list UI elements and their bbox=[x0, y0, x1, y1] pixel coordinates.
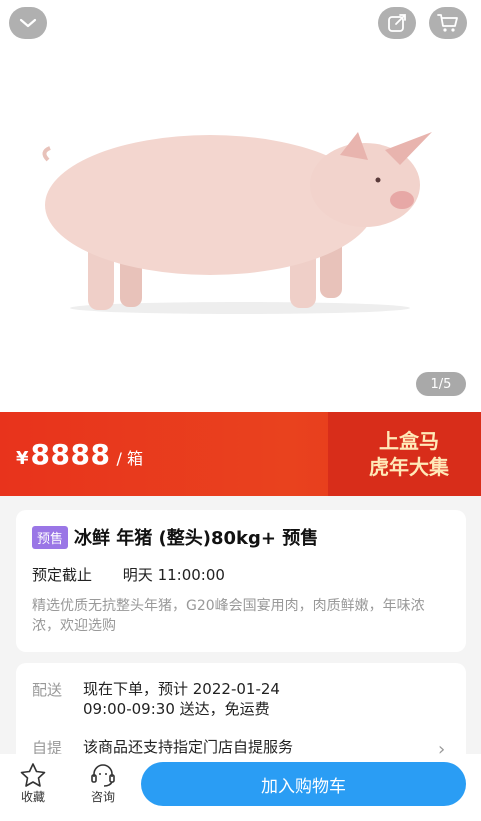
share-button[interactable] bbox=[378, 7, 416, 39]
consult-label: 咨询 bbox=[90, 790, 115, 804]
product-description: 精选优质无抗整头年猪，G20峰会国宴用肉，肉质鲜嫩，年味浓浓，欢迎选购 bbox=[32, 598, 425, 634]
promo-line1: 上盒马 bbox=[379, 429, 439, 453]
product-title-row: 预售 冰鲜 年猪 (整头)80kg+ 预售 bbox=[32, 524, 318, 550]
promo-badge: 上盒马 虎年大集 bbox=[350, 428, 468, 480]
price-unit: / 箱 bbox=[116, 449, 143, 468]
image-counter: 1/5 bbox=[416, 372, 466, 396]
deadline-label: 预定截止 bbox=[32, 566, 93, 584]
cart-button[interactable] bbox=[429, 7, 467, 39]
product-gallery[interactable]: 1/5 bbox=[0, 0, 481, 412]
product-info-card: 预售 冰鲜 年猪 (整头)80kg+ 预售 预定截止 明天 11:00:00 精… bbox=[16, 510, 466, 652]
consult-button[interactable]: 咨询 bbox=[83, 762, 123, 805]
product-image bbox=[42, 132, 432, 314]
headset-icon bbox=[91, 764, 115, 787]
delivery-label: 配送 bbox=[32, 681, 63, 699]
add-to-cart-button[interactable]: 加入购物车 bbox=[141, 762, 466, 806]
bottom-action-bar: 收藏 咨询 加入购物车 bbox=[0, 754, 481, 821]
delivery-line1: 现在下单，预计 2022-01-24 bbox=[83, 680, 280, 698]
price: ¥ 8888 / 箱 bbox=[16, 438, 143, 471]
promo-line2: 虎年大集 bbox=[369, 455, 449, 479]
star-icon bbox=[20, 763, 46, 787]
favorite-button[interactable]: 收藏 bbox=[13, 762, 53, 805]
share-icon bbox=[388, 14, 406, 32]
cart-icon bbox=[437, 14, 458, 32]
price-amount: 8888 bbox=[30, 438, 111, 471]
price-currency: ¥ bbox=[16, 448, 29, 469]
price-banner: ¥ 8888 / 箱 上盒马 虎年大集 bbox=[0, 412, 481, 496]
preorder-deadline: 预定截止 明天 11:00:00 bbox=[32, 564, 225, 585]
chevron-down-icon bbox=[19, 18, 37, 28]
favorite-label: 收藏 bbox=[20, 790, 45, 804]
delivery-line2: 09:00-09:30 送达，免运费 bbox=[83, 700, 270, 718]
deadline-value: 明天 11:00:00 bbox=[122, 566, 225, 584]
product-title: 冰鲜 年猪 (整头)80kg+ 预售 bbox=[74, 528, 319, 549]
collapse-button[interactable] bbox=[9, 7, 47, 39]
delivery-estimate: 现在下单，预计 2022-01-24 09:00-09:30 送达，免运费 bbox=[83, 679, 280, 719]
presale-tag: 预售 bbox=[32, 525, 69, 549]
